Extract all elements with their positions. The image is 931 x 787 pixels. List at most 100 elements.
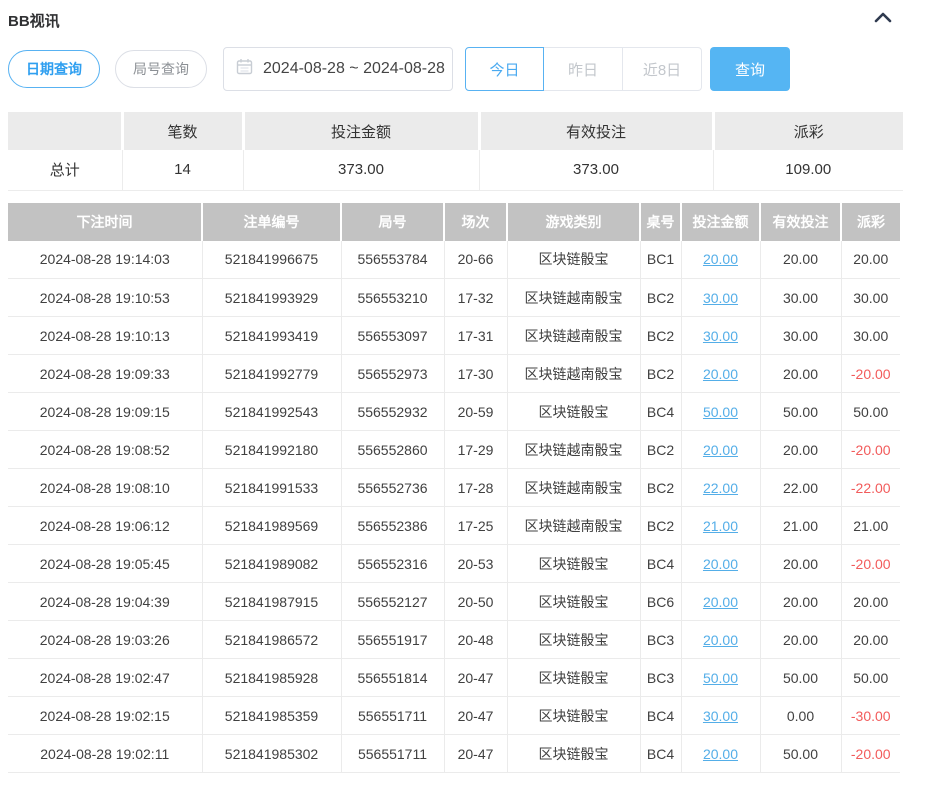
cell-bet-time: 2024-08-28 19:06:12: [8, 507, 202, 545]
cell-bet-time: 2024-08-28 19:02:11: [8, 735, 202, 773]
yesterday-button[interactable]: 昨日: [544, 47, 623, 91]
cell-round-no: 556553784: [341, 241, 444, 279]
bet-amount-link[interactable]: 50.00: [703, 670, 738, 686]
cell-game-type: 区块链骰宝: [507, 583, 640, 621]
cell-session: 20-66: [444, 241, 507, 279]
cell-session: 17-28: [444, 469, 507, 507]
cell-payout: -22.00: [841, 469, 900, 507]
date-range-value: 2024-08-28 ~ 2024-08-28: [263, 60, 445, 78]
cell-bet-amount: 20.00: [681, 621, 760, 659]
today-button[interactable]: 今日: [465, 47, 544, 91]
cell-bet-time: 2024-08-28 19:08:10: [8, 469, 202, 507]
cell-payout: 50.00: [841, 659, 900, 697]
cell-order-no: 521841989082: [202, 545, 341, 583]
summary-total-valid-bet: 373.00: [479, 150, 713, 190]
summary-total-row: 总计 14 373.00 373.00 109.00: [8, 150, 903, 190]
cell-valid-bet: 20.00: [760, 431, 841, 469]
col-header-session: 场次: [444, 203, 507, 241]
cell-table-no: BC3: [640, 659, 681, 697]
cell-order-no: 521841985359: [202, 697, 341, 735]
cell-table-no: BC2: [640, 469, 681, 507]
calendar-icon: [236, 58, 253, 80]
cell-table-no: BC4: [640, 735, 681, 773]
cell-order-no: 521841991533: [202, 469, 341, 507]
cell-payout: -20.00: [841, 431, 900, 469]
cell-round-no: 556552973: [341, 355, 444, 393]
cell-payout: -30.00: [841, 697, 900, 735]
cell-order-no: 521841992543: [202, 393, 341, 431]
last-8-days-button[interactable]: 近8日: [623, 47, 702, 91]
cell-game-type: 区块链越南骰宝: [507, 431, 640, 469]
summary-total-bet-amount: 373.00: [243, 150, 479, 190]
bet-amount-link[interactable]: 50.00: [703, 404, 738, 420]
cell-table-no: BC2: [640, 431, 681, 469]
cell-session: 17-29: [444, 431, 507, 469]
bet-amount-link[interactable]: 30.00: [703, 328, 738, 344]
cell-game-type: 区块链越南骰宝: [507, 317, 640, 355]
cell-payout: 20.00: [841, 621, 900, 659]
cell-bet-amount: 20.00: [681, 241, 760, 279]
cell-session: 20-48: [444, 621, 507, 659]
date-range-input[interactable]: 2024-08-28 ~ 2024-08-28: [223, 47, 453, 91]
bet-amount-link[interactable]: 20.00: [703, 746, 738, 762]
bet-amount-link[interactable]: 20.00: [703, 366, 738, 382]
search-button[interactable]: 查询: [710, 47, 790, 91]
cell-game-type: 区块链越南骰宝: [507, 279, 640, 317]
collapse-button[interactable]: [871, 8, 895, 29]
cell-game-type: 区块链骰宝: [507, 659, 640, 697]
cell-table-no: BC4: [640, 393, 681, 431]
bb-video-panel: BB视讯 日期查询 局号查询 2024: [0, 0, 931, 773]
bet-amount-link[interactable]: 20.00: [703, 442, 738, 458]
cell-valid-bet: 50.00: [760, 393, 841, 431]
bet-table-header-row: 下注时间 注单编号 局号 场次 游戏类别 桌号 投注金额 有效投注 派彩: [8, 203, 900, 241]
cell-bet-time: 2024-08-28 19:09:15: [8, 393, 202, 431]
cell-round-no: 556551917: [341, 621, 444, 659]
cell-bet-time: 2024-08-28 19:14:03: [8, 241, 202, 279]
cell-round-no: 556552932: [341, 393, 444, 431]
bet-amount-link[interactable]: 30.00: [703, 708, 738, 724]
cell-session: 20-47: [444, 659, 507, 697]
bet-row: 2024-08-28 19:14:03 521841996675 5565537…: [8, 241, 900, 279]
cell-valid-bet: 20.00: [760, 355, 841, 393]
cell-bet-amount: 20.00: [681, 735, 760, 773]
col-header-bet-time: 下注时间: [8, 203, 202, 241]
date-query-tab[interactable]: 日期查询: [8, 50, 100, 88]
bet-amount-link[interactable]: 22.00: [703, 480, 738, 496]
summary-col-payout: 派彩: [713, 112, 903, 150]
cell-table-no: BC6: [640, 583, 681, 621]
cell-bet-amount: 21.00: [681, 507, 760, 545]
cell-game-type: 区块链越南骰宝: [507, 469, 640, 507]
bet-amount-link[interactable]: 20.00: [703, 594, 738, 610]
cell-game-type: 区块链骰宝: [507, 735, 640, 773]
bet-amount-link[interactable]: 20.00: [703, 632, 738, 648]
round-query-tab[interactable]: 局号查询: [115, 50, 207, 88]
cell-session: 20-59: [444, 393, 507, 431]
cell-game-type: 区块链骰宝: [507, 393, 640, 431]
cell-round-no: 556552316: [341, 545, 444, 583]
bet-row: 2024-08-28 19:09:33 521841992779 5565529…: [8, 355, 900, 393]
cell-bet-time: 2024-08-28 19:10:53: [8, 279, 202, 317]
panel-header: BB视讯: [8, 8, 923, 38]
summary-total-label: 总计: [8, 150, 122, 190]
summary-header-row: 笔数 投注金额 有效投注 派彩: [8, 112, 903, 150]
cell-table-no: BC2: [640, 317, 681, 355]
cell-bet-time: 2024-08-28 19:10:13: [8, 317, 202, 355]
cell-payout: 50.00: [841, 393, 900, 431]
cell-valid-bet: 50.00: [760, 659, 841, 697]
cell-table-no: BC3: [640, 621, 681, 659]
cell-order-no: 521841993419: [202, 317, 341, 355]
bet-amount-link[interactable]: 21.00: [703, 518, 738, 534]
cell-session: 17-31: [444, 317, 507, 355]
bet-amount-link[interactable]: 20.00: [703, 556, 738, 572]
cell-round-no: 556551814: [341, 659, 444, 697]
cell-order-no: 521841987915: [202, 583, 341, 621]
cell-game-type: 区块链骰宝: [507, 621, 640, 659]
bet-amount-link[interactable]: 20.00: [703, 251, 738, 267]
cell-payout: -20.00: [841, 545, 900, 583]
bet-amount-link[interactable]: 30.00: [703, 290, 738, 306]
cell-session: 20-50: [444, 583, 507, 621]
cell-valid-bet: 21.00: [760, 507, 841, 545]
cell-bet-time: 2024-08-28 19:04:39: [8, 583, 202, 621]
cell-valid-bet: 20.00: [760, 545, 841, 583]
bet-records-table: 下注时间 注单编号 局号 场次 游戏类别 桌号 投注金额 有效投注 派彩 202…: [8, 203, 900, 774]
